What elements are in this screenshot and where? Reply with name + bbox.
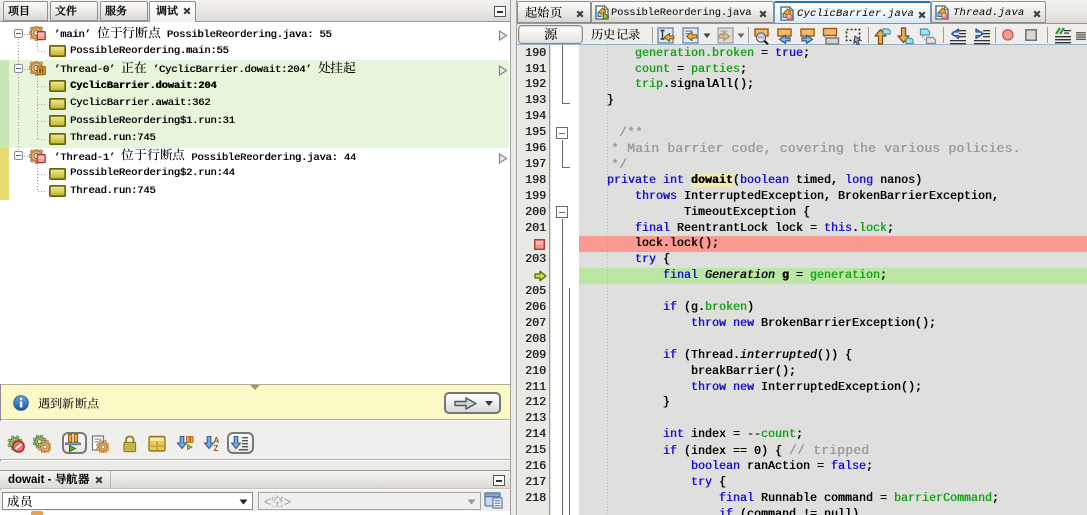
svg-text:Z: Z bbox=[214, 444, 219, 453]
